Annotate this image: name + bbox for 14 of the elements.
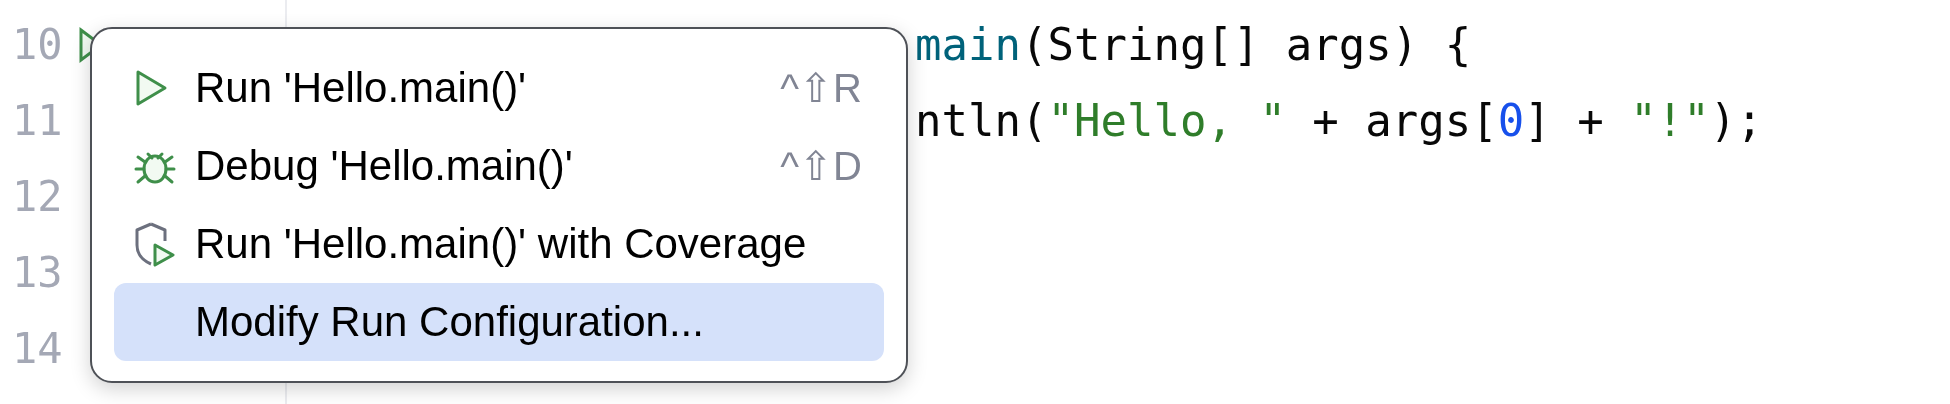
line-number: 13 (12, 247, 64, 299)
menu-item[interactable]: Run 'Hello.main()' ^⇧R (114, 49, 884, 127)
shortcut-label: ^⇧R (780, 65, 862, 111)
shield-run-icon (133, 221, 177, 267)
menu-item[interactable]: Debug 'Hello.main()' ^⇧D (114, 127, 884, 205)
line-number: 10 (12, 19, 64, 71)
line-number: 12 (12, 171, 64, 223)
code-line: main(String[] args) { (915, 18, 1473, 72)
line-number: 14 (12, 323, 64, 375)
shortcut-label: ^⇧D (780, 143, 862, 189)
code-line: ntln("Hello, " + args[0] + "!"); (915, 94, 1764, 148)
line-number: 11 (12, 95, 64, 147)
menu-item[interactable]: Run 'Hello.main()' with Coverage (114, 205, 884, 283)
menu-item[interactable]: Modify Run Configuration... (114, 283, 884, 361)
